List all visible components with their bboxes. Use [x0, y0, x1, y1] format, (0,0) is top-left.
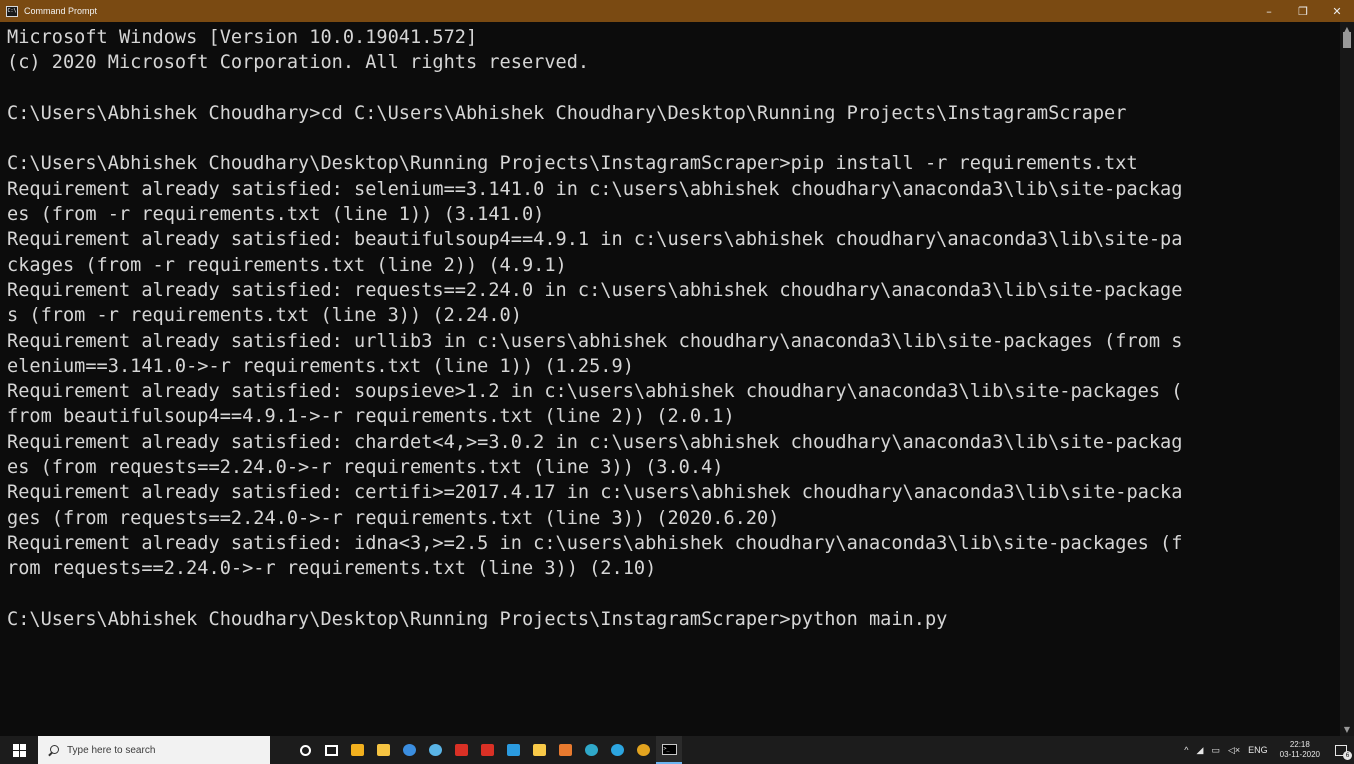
console-line: C:\Users\Abhishek Choudhary>cd C:\Users\… — [7, 102, 1127, 124]
window-controls: – ❐ ✕ — [1252, 0, 1354, 22]
scroll-thumb[interactable] — [1343, 32, 1351, 48]
clock-time: 22:18 — [1289, 740, 1310, 749]
console-line: s (from -r requirements.txt (line 3)) (2… — [7, 305, 522, 327]
console-line: Requirement already satisfied: beautiful… — [7, 229, 1183, 251]
task-view-icon — [324, 744, 338, 756]
edge-taskbar-button[interactable] — [578, 736, 604, 764]
console-line: Requirement already satisfied: selenium=… — [7, 178, 1183, 200]
powerpoint-icon — [558, 744, 572, 756]
console-line: es (from requests==2.24.0->-r requiremen… — [7, 457, 724, 479]
sticky-notes-taskbar-button[interactable] — [526, 736, 552, 764]
console-line: Microsoft Windows [Version 10.0.19041.57… — [7, 27, 478, 48]
taskbar-search-box[interactable]: Type here to search — [38, 736, 270, 764]
task-view-taskbar-button[interactable] — [318, 736, 344, 764]
maximize-button[interactable]: ❐ — [1286, 0, 1320, 22]
console-line: C:\Users\Abhishek Choudhary\Desktop\Runn… — [7, 153, 1138, 175]
command-prompt-taskbar-button[interactable]: >_ — [656, 736, 682, 764]
console-line: Requirement already satisfied: urllib3 i… — [7, 330, 1183, 352]
console-line: (c) 2020 Microsoft Corporation. All righ… — [7, 52, 590, 74]
gmail-icon — [454, 744, 468, 756]
console-line: Requirement already satisfied: soupsieve… — [7, 381, 1183, 403]
file-explorer-taskbar-button[interactable] — [370, 736, 396, 764]
console-output[interactable]: Microsoft Windows [Version 10.0.19041.57… — [0, 22, 1340, 736]
command-prompt-icon: >_ — [661, 743, 677, 755]
telegram-icon — [610, 744, 624, 756]
chrome-taskbar-button[interactable] — [630, 736, 656, 764]
gmail-taskbar-button[interactable] — [448, 736, 474, 764]
cortana-icon — [299, 744, 311, 756]
telegram-taskbar-button[interactable] — [604, 736, 630, 764]
powerpoint-taskbar-button[interactable] — [552, 736, 578, 764]
title-bar[interactable]: C:\ Command Prompt – ❐ ✕ — [0, 0, 1354, 22]
tray-overflow-chevron-icon[interactable]: ^ — [1180, 745, 1192, 755]
console-line: from beautifulsoup4==4.9.1->-r requireme… — [7, 406, 735, 428]
battery-icon[interactable]: ▭ — [1207, 745, 1224, 756]
sticky-notes-icon — [532, 744, 546, 756]
console-line: C:\Users\Abhishek Choudhary\Desktop\Runn… — [7, 608, 948, 630]
console-line: ckages (from -r requirements.txt (line 2… — [7, 254, 567, 276]
ubuntu-icon — [428, 744, 442, 756]
system-tray: ^ ◢ ▭ ◁× ENG 22:18 03-11-2020 6 — [1180, 736, 1354, 764]
notification-icon: 6 — [1335, 744, 1352, 760]
volume-icon[interactable]: ◁× — [1224, 745, 1244, 756]
start-button[interactable] — [0, 736, 38, 764]
window-title: Command Prompt — [24, 6, 98, 16]
console-line: es (from -r requirements.txt (line 1)) (… — [7, 204, 545, 226]
scroll-down-arrow-icon[interactable]: ▼ — [1340, 722, 1354, 736]
minimize-button[interactable]: – — [1252, 0, 1286, 22]
console-line: rom requests==2.24.0->-r requirements.tx… — [7, 558, 657, 580]
network-icon[interactable]: ◢ — [1193, 745, 1208, 756]
clock-date: 03-11-2020 — [1279, 750, 1320, 759]
chrome-icon — [636, 744, 650, 756]
command-prompt-icon: C:\ — [6, 5, 18, 17]
console-line: ges (from requests==2.24.0->-r requireme… — [7, 507, 780, 529]
close-button[interactable]: ✕ — [1320, 0, 1354, 22]
taskbar-app-icons: >_ — [292, 736, 682, 764]
search-placeholder: Type here to search — [67, 744, 156, 756]
console-text: Microsoft Windows [Version 10.0.19041.57… — [0, 22, 1340, 632]
action-center-button[interactable]: 6 — [1328, 736, 1354, 764]
search-icon — [48, 744, 59, 756]
gmail-icon — [480, 744, 494, 756]
console-line: Requirement already satisfied: idna<3,>=… — [7, 532, 1183, 554]
taskbar: Type here to search >_ ^ ◢ ▭ ◁× ENG 22:1… — [0, 736, 1354, 764]
vertical-scrollbar[interactable]: ▲ ▼ — [1340, 22, 1354, 736]
windows-logo-icon — [12, 743, 26, 757]
input-language[interactable]: ENG — [1244, 745, 1272, 755]
photos-taskbar-button[interactable] — [500, 736, 526, 764]
onedrive-taskbar-button[interactable] — [396, 736, 422, 764]
clock[interactable]: 22:18 03-11-2020 — [1272, 740, 1328, 760]
ubuntu-taskbar-button[interactable] — [422, 736, 448, 764]
onedrive-icon — [402, 744, 416, 756]
cortana-taskbar-button[interactable] — [292, 736, 318, 764]
console-line: Requirement already satisfied: chardet<4… — [7, 431, 1183, 453]
file-explorer-icon — [376, 744, 390, 756]
console-line: Requirement already satisfied: certifi>=… — [7, 482, 1183, 504]
console-line: elenium==3.141.0->-r requirements.txt (l… — [7, 355, 634, 377]
gmail-taskbar-button[interactable] — [474, 736, 500, 764]
edge-icon — [584, 744, 598, 756]
console-line: Requirement already satisfied: requests=… — [7, 279, 1183, 301]
notification-count: 6 — [1343, 750, 1352, 760]
photos-icon — [506, 744, 520, 756]
store-icon — [350, 744, 364, 756]
store-taskbar-button[interactable] — [344, 736, 370, 764]
